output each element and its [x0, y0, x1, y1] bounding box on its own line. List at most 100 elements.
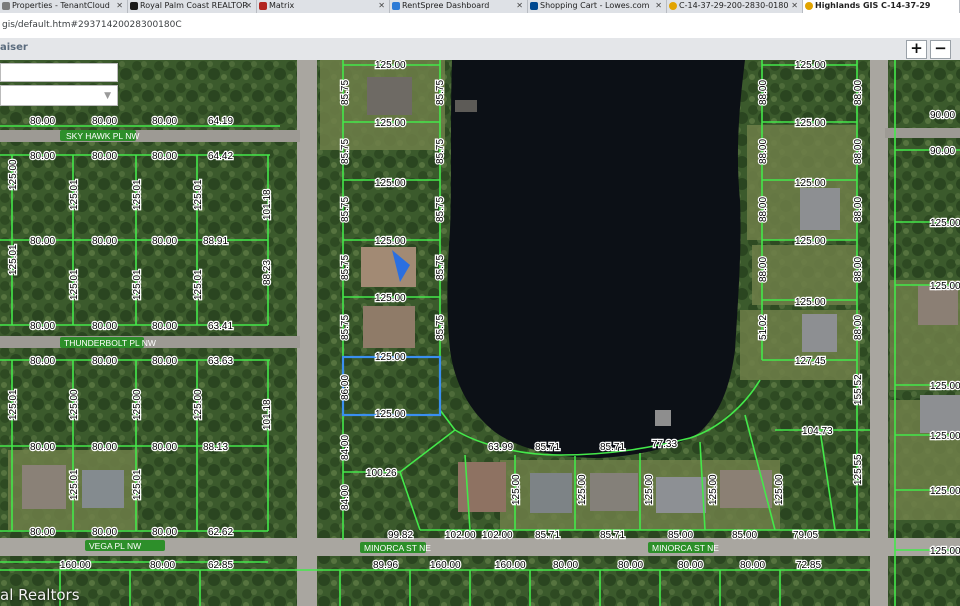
svg-text:125.00: 125.00 — [930, 486, 960, 497]
street-label-minorca-2: MINORCA ST NE — [648, 542, 719, 553]
svg-text:85.75: 85.75 — [435, 139, 446, 164]
svg-text:125.01: 125.01 — [69, 269, 80, 300]
svg-text:125.00: 125.00 — [375, 118, 406, 129]
search-field[interactable] — [0, 63, 118, 82]
svg-text:64.42: 64.42 — [208, 151, 233, 162]
tab-tenantcloud[interactable]: Properties - TenantCloud ✕ — [0, 0, 128, 13]
svg-text:80.00: 80.00 — [152, 321, 177, 332]
zoom-out-button[interactable]: − — [930, 40, 951, 59]
svg-text:63.41: 63.41 — [208, 321, 233, 332]
close-icon[interactable]: ✕ — [655, 0, 662, 11]
svg-text:85.00: 85.00 — [732, 530, 757, 541]
svg-text:80.00: 80.00 — [92, 321, 117, 332]
svg-text:88.00: 88.00 — [758, 197, 769, 222]
svg-text:125.00: 125.00 — [708, 474, 719, 505]
street-name: MINORCA ST NE — [652, 543, 719, 553]
svg-text:86.00: 86.00 — [340, 375, 351, 400]
svg-text:125.00: 125.00 — [375, 293, 406, 304]
svg-text:85.75: 85.75 — [435, 197, 446, 222]
svg-text:101.18: 101.18 — [262, 399, 273, 430]
svg-text:125.00: 125.00 — [930, 431, 960, 442]
svg-text:80.00: 80.00 — [30, 527, 55, 538]
tab-highlands-gis[interactable]: Highlands GIS C-14-37-29 — [803, 0, 960, 13]
svg-text:85.75: 85.75 — [340, 139, 351, 164]
svg-text:80.00: 80.00 — [152, 527, 177, 538]
svg-text:88.00: 88.00 — [758, 139, 769, 164]
street-name: SKY HAWK PL NW — [66, 131, 139, 141]
layer-select[interactable]: ▼ — [0, 85, 118, 106]
svg-text:84.00: 84.00 — [340, 435, 351, 460]
svg-text:125.00: 125.00 — [795, 118, 826, 129]
close-icon[interactable]: ✕ — [116, 0, 123, 11]
svg-text:80.00: 80.00 — [152, 151, 177, 162]
street-name: MINORCA ST NE — [364, 543, 431, 553]
svg-text:85.75: 85.75 — [340, 255, 351, 280]
svg-text:90.00: 90.00 — [930, 110, 955, 121]
svg-text:125.00: 125.00 — [375, 178, 406, 189]
svg-text:63.63: 63.63 — [208, 356, 233, 367]
close-icon[interactable]: ✕ — [791, 0, 798, 11]
close-icon[interactable]: ✕ — [378, 0, 385, 11]
svg-text:125.00: 125.00 — [375, 352, 406, 363]
svg-text:80.00: 80.00 — [92, 151, 117, 162]
svg-text:125.01: 125.01 — [132, 179, 143, 210]
svg-text:88.00: 88.00 — [853, 80, 864, 105]
tab-label: C-14-37-29-200-2830-0180 — [679, 1, 789, 10]
royal-palm-icon — [130, 2, 138, 10]
svg-text:88.91: 88.91 — [203, 236, 228, 247]
svg-text:99.82: 99.82 — [388, 530, 413, 541]
svg-text:80.00: 80.00 — [618, 560, 643, 571]
gis-map[interactable]: 125.00 125.00 125.00 125.00 125.00 125.0… — [0, 60, 960, 606]
svg-text:80.00: 80.00 — [152, 442, 177, 453]
street-label-minorca-1: MINORCA ST NE — [360, 542, 431, 553]
svg-text:80.00: 80.00 — [30, 116, 55, 127]
svg-text:125.01: 125.01 — [132, 269, 143, 300]
svg-text:85.71: 85.71 — [600, 442, 625, 453]
svg-text:125.00: 125.00 — [930, 381, 960, 392]
address-bar[interactable]: gis/default.htm#29371420028300180C — [0, 13, 960, 39]
svg-text:80.00: 80.00 — [152, 236, 177, 247]
svg-text:125.00: 125.00 — [774, 474, 785, 505]
svg-text:100.26: 100.26 — [366, 468, 397, 479]
svg-text:125.00: 125.00 — [930, 546, 960, 557]
svg-text:80.00: 80.00 — [30, 236, 55, 247]
svg-text:160.00: 160.00 — [430, 560, 461, 571]
svg-text:88.00: 88.00 — [758, 257, 769, 282]
close-icon[interactable]: ✕ — [516, 0, 523, 11]
tab-rentspree[interactable]: RentSpree Dashboard ✕ — [390, 0, 528, 13]
rentspree-icon — [392, 2, 400, 10]
svg-text:125.00: 125.00 — [930, 218, 960, 229]
tab-parcel[interactable]: C-14-37-29-200-2830-0180 ✕ — [667, 0, 803, 13]
svg-text:85.75: 85.75 — [435, 315, 446, 340]
close-icon[interactable]: ✕ — [245, 0, 252, 11]
app-title: aiser — [0, 42, 28, 53]
svg-text:125.00: 125.00 — [795, 178, 826, 189]
svg-text:101.18: 101.18 — [262, 189, 273, 220]
map-canvas: 125.00 125.00 125.00 125.00 125.00 125.0… — [0, 60, 960, 606]
svg-text:85.00: 85.00 — [668, 530, 693, 541]
lowes-icon — [530, 2, 538, 10]
tab-label: RentSpree Dashboard — [402, 1, 490, 10]
tab-label: Properties - TenantCloud — [12, 1, 110, 10]
tab-lowes[interactable]: Shopping Cart - Lowes.com ✕ — [528, 0, 667, 13]
tab-matrix[interactable]: Matrix ✕ — [257, 0, 390, 13]
zoom-in-button[interactable]: + — [906, 40, 927, 59]
tab-royal-palm[interactable]: Royal Palm Coast REALTOR ✕ — [128, 0, 257, 13]
svg-text:125.01: 125.01 — [69, 469, 80, 500]
gis-icon — [669, 2, 677, 10]
svg-text:125.00: 125.00 — [193, 389, 204, 420]
svg-text:80.00: 80.00 — [30, 356, 55, 367]
svg-text:125.00: 125.00 — [375, 409, 406, 420]
svg-text:80.00: 80.00 — [92, 116, 117, 127]
svg-text:125.00: 125.00 — [795, 60, 826, 71]
svg-text:88.00: 88.00 — [853, 139, 864, 164]
lake — [447, 60, 745, 458]
svg-text:89.96: 89.96 — [373, 560, 398, 571]
tab-label: Shopping Cart - Lowes.com — [540, 1, 650, 10]
svg-text:125.01: 125.01 — [193, 179, 204, 210]
svg-text:85.71: 85.71 — [535, 530, 560, 541]
svg-text:80.00: 80.00 — [92, 236, 117, 247]
svg-text:125.00: 125.00 — [930, 281, 960, 292]
svg-text:125.55: 125.55 — [853, 454, 864, 485]
svg-text:160.00: 160.00 — [60, 560, 91, 571]
